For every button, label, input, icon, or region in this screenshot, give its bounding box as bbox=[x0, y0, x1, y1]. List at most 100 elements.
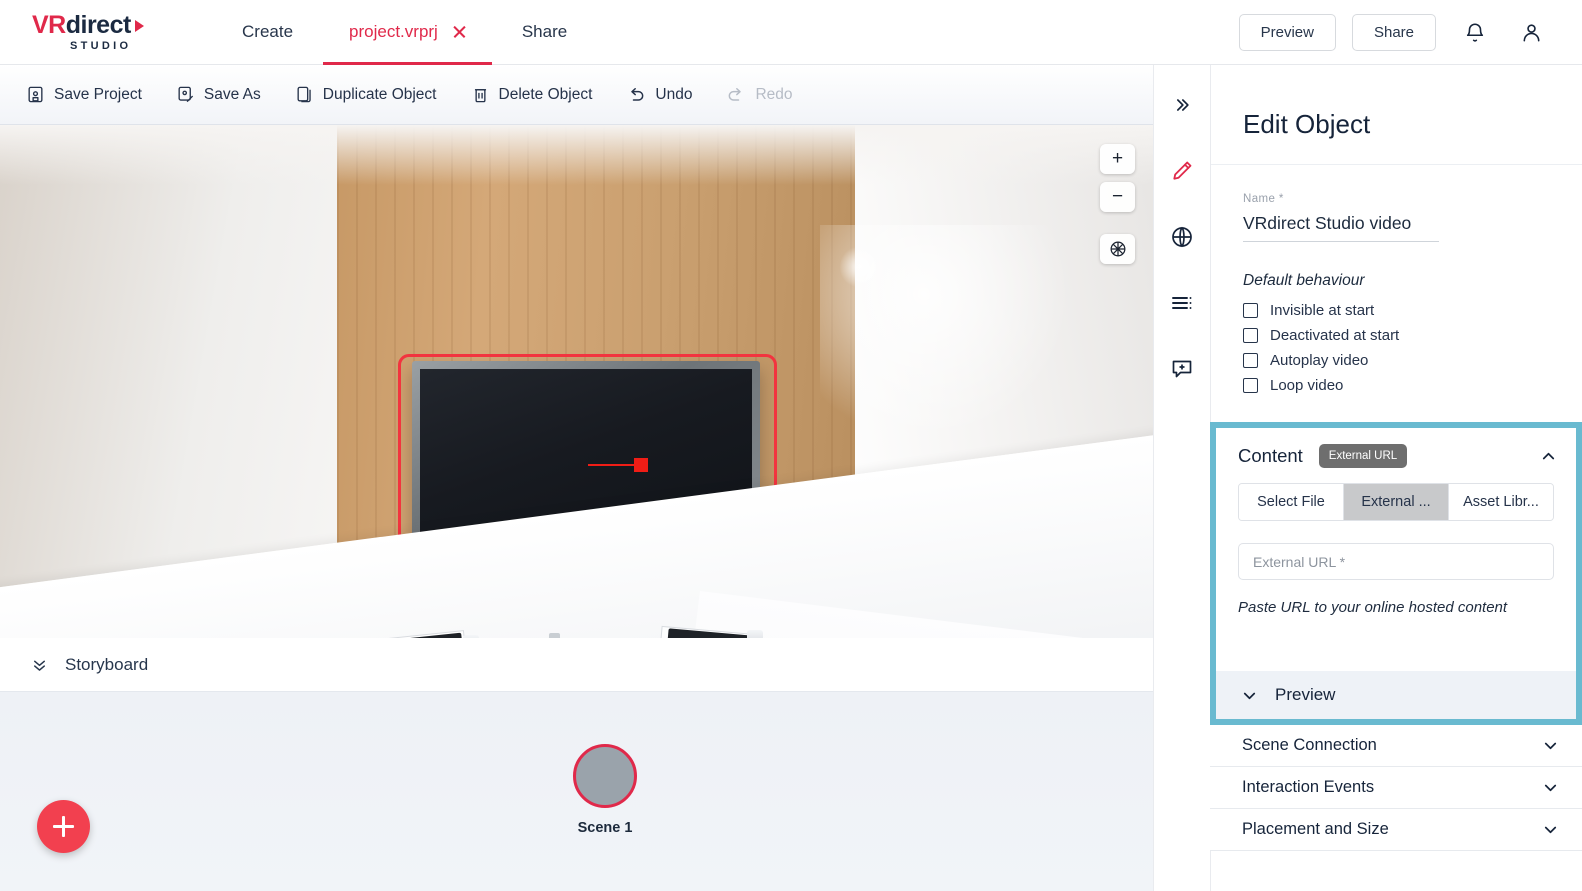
user-account-icon[interactable] bbox=[1514, 15, 1548, 49]
main-nav: Create project.vrprj Share bbox=[212, 0, 597, 65]
accordion-interaction-events[interactable]: Interaction Events bbox=[1210, 767, 1582, 809]
editor-toolbar: Save Project Save As Duplicate Object De… bbox=[0, 65, 1153, 125]
accordion-interaction-events-label: Interaction Events bbox=[1242, 778, 1375, 796]
name-field-label: Name * bbox=[1243, 193, 1284, 205]
viewport-zoom-controls: + − bbox=[1100, 144, 1135, 264]
redo-arrow-icon bbox=[729, 87, 742, 101]
accordion-scene-connection[interactable]: Scene Connection bbox=[1210, 725, 1582, 767]
checkbox-invisible-at-start[interactable]: Invisible at start bbox=[1243, 302, 1550, 319]
scene-viewport[interactable]: + − bbox=[0, 125, 1153, 638]
save-project-button[interactable]: Save Project bbox=[26, 85, 142, 104]
checkbox-autoplay-video[interactable]: Autoplay video bbox=[1243, 352, 1550, 369]
zoom-out-button[interactable]: − bbox=[1100, 182, 1135, 212]
checkbox-box-icon bbox=[1243, 303, 1258, 318]
nav-tab-project[interactable]: project.vrprj bbox=[323, 0, 492, 65]
scene-thumbnail[interactable] bbox=[573, 744, 637, 808]
external-url-input[interactable]: External URL * bbox=[1238, 543, 1554, 580]
transform-gizmo-line bbox=[588, 464, 636, 466]
globe-icon bbox=[1172, 226, 1192, 248]
content-section-header[interactable]: Content External URL bbox=[1216, 428, 1576, 468]
zoom-out-icon: − bbox=[1111, 186, 1124, 207]
list-icon bbox=[1172, 297, 1192, 309]
save-project-label: Save Project bbox=[54, 85, 142, 103]
panel-title: Edit Object bbox=[1211, 65, 1582, 165]
accordion-scene-connection-label: Scene Connection bbox=[1242, 736, 1377, 754]
save-as-label: Save As bbox=[203, 85, 261, 103]
checkbox-loop-video-label: Loop video bbox=[1270, 377, 1344, 394]
redo-button: Redo bbox=[726, 85, 793, 105]
transform-gizmo-handle[interactable] bbox=[634, 458, 648, 472]
tab-external-url[interactable]: External ... bbox=[1344, 484, 1449, 520]
checkbox-deactivated-at-start[interactable]: Deactivated at start bbox=[1243, 327, 1550, 344]
redo-label: Redo bbox=[755, 85, 793, 103]
preview-button[interactable]: Preview bbox=[1238, 13, 1336, 51]
scene-label: Scene 1 bbox=[577, 820, 633, 836]
content-section-highlighted: Content External URL Select File Externa… bbox=[1210, 422, 1582, 725]
chevron-up-icon[interactable] bbox=[1539, 447, 1558, 466]
share-button[interactable]: Share bbox=[1351, 13, 1436, 51]
reset-view-button[interactable] bbox=[1100, 234, 1135, 264]
nav-item-create[interactable]: Create bbox=[212, 0, 323, 65]
add-scene-button[interactable] bbox=[37, 800, 90, 853]
notification-bell-icon[interactable] bbox=[1458, 15, 1492, 49]
chevron-down-icon bbox=[1541, 820, 1560, 839]
duplicate-object-button[interactable]: Duplicate Object bbox=[295, 85, 437, 104]
content-source-tabs: Select File External ... Asset Libr... bbox=[1238, 483, 1554, 521]
undo-arrow-icon bbox=[631, 87, 644, 101]
zoom-in-button[interactable]: + bbox=[1100, 144, 1135, 174]
nav-item-share-label: Share bbox=[521, 22, 568, 41]
trash-can-icon bbox=[474, 89, 486, 103]
close-icon[interactable] bbox=[452, 25, 466, 39]
undo-button[interactable]: Undo bbox=[626, 85, 692, 105]
chevron-down-icon bbox=[1541, 778, 1560, 797]
add-annotation-tool[interactable] bbox=[1166, 353, 1198, 385]
checkbox-box-icon bbox=[1243, 328, 1258, 343]
duplicate-object-label: Duplicate Object bbox=[322, 85, 437, 103]
preview-section-label: Preview bbox=[1275, 685, 1336, 704]
chevron-down-icon bbox=[1243, 692, 1256, 699]
save-disk-icon bbox=[28, 86, 43, 103]
top-header: VR direct STUDIO Create project.vrprj Sha… bbox=[0, 0, 1582, 65]
nav-item-share[interactable]: Share bbox=[492, 0, 597, 65]
storyboard-header[interactable]: Storyboard bbox=[0, 638, 1153, 692]
chevron-down-icon bbox=[1541, 736, 1560, 755]
accordion-placement-and-size[interactable]: Placement and Size bbox=[1210, 809, 1582, 851]
storyboard-label: Storyboard bbox=[65, 654, 149, 674]
delete-object-button[interactable]: Delete Object bbox=[471, 85, 593, 104]
logo-wordmark: VR direct bbox=[32, 10, 144, 39]
object-list-tool[interactable] bbox=[1166, 287, 1198, 319]
name-input[interactable]: VRdirect Studio video bbox=[1243, 213, 1439, 242]
edit-tool[interactable] bbox=[1166, 155, 1198, 187]
nav-tab-project-label: project.vrprj bbox=[349, 22, 438, 41]
logo-direct-text: direct bbox=[65, 10, 132, 39]
behaviour-checkbox-group: Invisible at start Deactivated at start … bbox=[1211, 290, 1582, 394]
collapse-panel-toggle[interactable] bbox=[1166, 89, 1198, 121]
save-as-button[interactable]: Save As bbox=[176, 85, 261, 104]
content-type-badge: External URL bbox=[1318, 444, 1408, 468]
globe-grid-icon bbox=[1110, 241, 1125, 257]
plus-icon bbox=[53, 816, 74, 837]
scene-globe-tool[interactable] bbox=[1166, 221, 1198, 253]
preview-section-header[interactable]: Preview bbox=[1216, 671, 1576, 719]
pencil-edit-icon bbox=[1173, 161, 1192, 180]
storyboard-scene-item[interactable]: Scene 1 bbox=[573, 744, 637, 836]
delete-object-label: Delete Object bbox=[498, 85, 593, 103]
tab-select-file[interactable]: Select File bbox=[1239, 484, 1344, 520]
double-chevron-right-icon bbox=[1177, 99, 1189, 111]
checkbox-loop-video[interactable]: Loop video bbox=[1243, 377, 1550, 394]
external-url-hint: Paste URL to your online hosted content bbox=[1238, 599, 1508, 616]
logo-studio-text: STUDIO bbox=[70, 39, 132, 52]
checkbox-box-icon bbox=[1243, 378, 1258, 393]
play-triangle-icon bbox=[134, 20, 144, 32]
tool-rail bbox=[1153, 65, 1210, 891]
checkbox-invisible-at-start-label: Invisible at start bbox=[1270, 302, 1375, 319]
accordion-placement-and-size-label: Placement and Size bbox=[1242, 820, 1389, 838]
nav-item-create-label: Create bbox=[242, 22, 294, 41]
logo-vr-text: VR bbox=[32, 10, 66, 39]
tab-asset-library[interactable]: Asset Libr... bbox=[1449, 484, 1553, 520]
panorama-image bbox=[0, 125, 1153, 638]
checkbox-box-icon bbox=[1243, 353, 1258, 368]
app-logo[interactable]: VR direct STUDIO bbox=[0, 10, 200, 52]
checkbox-autoplay-video-label: Autoplay video bbox=[1270, 352, 1369, 369]
name-field-group: Name * VRdirect Studio video bbox=[1211, 165, 1582, 242]
